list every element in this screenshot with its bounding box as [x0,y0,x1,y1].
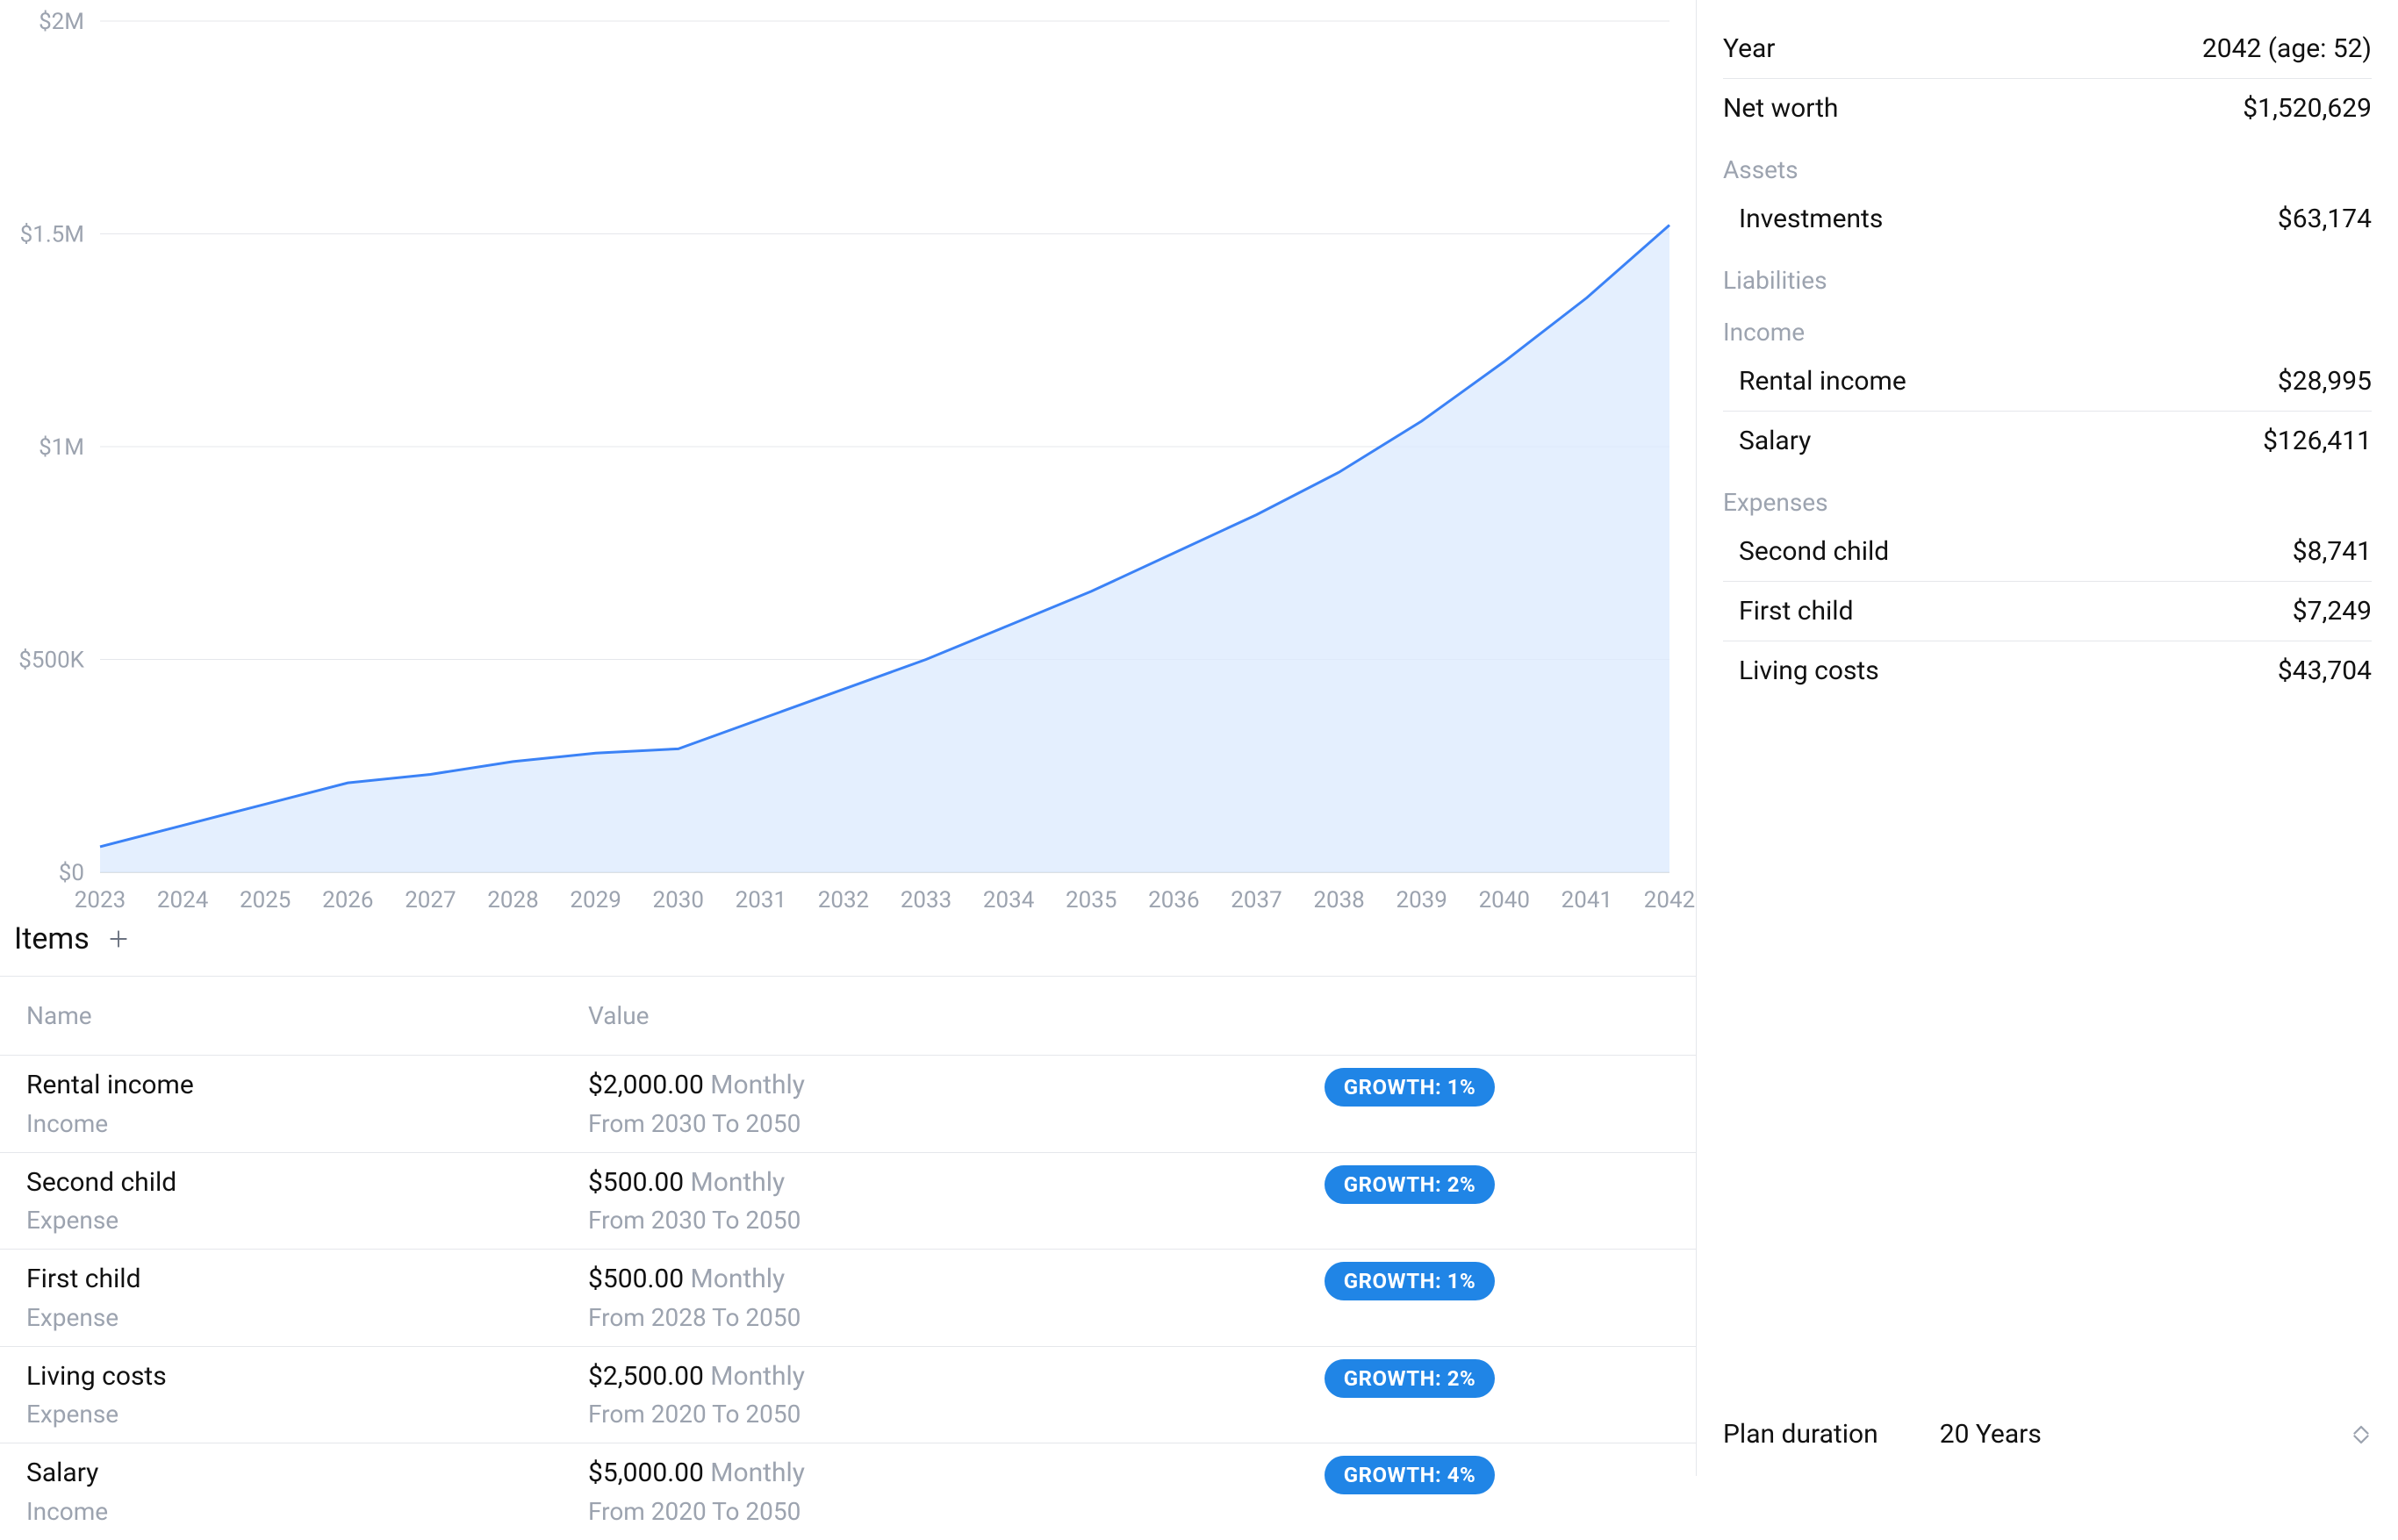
item-amount: $2,000.00 [588,1070,704,1100]
svg-text:$0: $0 [59,860,84,886]
svg-text:2030: 2030 [653,887,704,913]
svg-text:2028: 2028 [487,887,538,913]
summary-row-value: $43,704 [2278,655,2372,686]
item-amount: $5,000.00 [588,1458,704,1488]
items-header-name: Name [26,1001,588,1030]
summary-section-income: Income [1697,300,2398,352]
item-name: Second child [26,1165,588,1201]
summary-row-value: $63,174 [2278,204,2372,234]
svg-text:2029: 2029 [570,887,621,913]
item-name: Rental income [26,1068,588,1104]
item-row[interactable]: First child Expense $500.00 Monthly From… [0,1249,1696,1346]
summary-section-expenses: Expenses [1697,470,2398,522]
item-range: From 2020 To 2050 [588,1497,1150,1526]
item-range: From 2030 To 2050 [588,1109,1150,1138]
summary-row-value: $7,249 [2293,596,2372,627]
svg-text:2023: 2023 [75,887,126,913]
item-category: Expense [26,1303,588,1332]
svg-text:2041: 2041 [1562,887,1612,913]
growth-badge: GROWTH: 1% [1325,1262,1496,1300]
svg-text:2040: 2040 [1479,887,1530,913]
summary-row: Rental income $28,995 [1697,352,2398,411]
item-frequency: Monthly [691,1264,786,1294]
svg-text:2039: 2039 [1396,887,1447,913]
summary-year-label: Year [1723,33,1775,64]
growth-badge: GROWTH: 4% [1325,1456,1496,1494]
summary-networth-label: Net worth [1723,93,1838,124]
plan-duration-label: Plan duration [1723,1419,1878,1450]
item-row[interactable]: Second child Expense $500.00 Monthly Fro… [0,1152,1696,1250]
item-frequency: Monthly [710,1361,805,1392]
items-title: Items [14,921,90,956]
svg-text:2034: 2034 [983,887,1035,913]
item-category: Income [26,1109,588,1138]
plan-duration-value: 20 Years [1940,1419,2042,1450]
summary-row: Salary $126,411 [1697,412,2398,470]
svg-text:2037: 2037 [1231,887,1282,913]
item-row[interactable]: Living costs Expense $2,500.00 Monthly F… [0,1346,1696,1443]
svg-text:2024: 2024 [157,887,209,913]
item-row[interactable]: Rental income Income $2,000.00 Monthly F… [0,1055,1696,1152]
add-item-icon[interactable] [105,926,132,952]
item-frequency: Monthly [691,1167,786,1198]
summary-row: Investments $63,174 [1697,190,2398,248]
item-category: Expense [26,1206,588,1235]
chevron-up-down-icon [2351,1422,2372,1448]
summary-section-assets: Assets [1697,138,2398,190]
item-amount: $2,500.00 [588,1361,704,1392]
svg-text:2031: 2031 [736,887,786,913]
item-range: From 2028 To 2050 [588,1303,1150,1332]
item-frequency: Monthly [710,1458,805,1488]
svg-text:$1.5M: $1.5M [20,222,84,248]
summary-year-value: 2042 (age: 52) [2202,33,2372,64]
item-frequency: Monthly [710,1070,805,1100]
summary-row-label: Second child [1739,536,1889,567]
item-name: First child [26,1262,588,1298]
svg-text:2025: 2025 [240,887,291,913]
summary-row: Living costs $43,704 [1697,641,2398,700]
items-header-value: Value [588,1001,1150,1030]
svg-text:2033: 2033 [901,887,951,913]
networth-chart[interactable]: $0 $500K $1M $1.5M $2M 2023 2024 2025 2026 2027 20… [0,0,1696,913]
summary-row-label: Salary [1739,426,1811,456]
item-amount: $500.00 [588,1264,684,1294]
summary-row-value: $28,995 [2278,366,2372,397]
summary-row-value: $126,411 [2263,426,2372,456]
growth-badge: GROWTH: 2% [1325,1165,1496,1204]
summary-networth-value: $1,520,629 [2243,93,2372,124]
svg-text:2026: 2026 [322,887,373,913]
item-name: Salary [26,1456,588,1492]
item-category: Expense [26,1400,588,1429]
svg-text:2042: 2042 [1644,887,1695,913]
items-table: Name Value Rental income Income $2,000.0… [0,976,1696,1540]
item-row[interactable]: Salary Income $5,000.00 Monthly From 202… [0,1443,1696,1540]
svg-text:$1M: $1M [39,434,84,461]
plan-duration-select[interactable]: 20 Years [1940,1419,2372,1450]
summary-row-value: $8,741 [2293,536,2372,567]
svg-text:2027: 2027 [405,887,456,913]
summary-panel: Year 2042 (age: 52) Net worth $1,520,629… [1696,0,2398,1476]
summary-row-label: Living costs [1739,655,1879,686]
summary-row: Second child $8,741 [1697,522,2398,581]
svg-text:2038: 2038 [1313,887,1364,913]
summary-row-label: Rental income [1739,366,1906,397]
item-name: Living costs [26,1359,588,1395]
summary-section-liabilities: Liabilities [1697,248,2398,300]
summary-row-label: Investments [1739,204,1883,234]
item-category: Income [26,1497,588,1526]
svg-text:2036: 2036 [1148,887,1199,913]
item-range: From 2020 To 2050 [588,1400,1150,1429]
svg-text:$2M: $2M [39,9,84,35]
summary-row-label: First child [1739,596,1854,627]
svg-text:2035: 2035 [1066,887,1116,913]
item-range: From 2030 To 2050 [588,1206,1150,1235]
growth-badge: GROWTH: 2% [1325,1359,1496,1398]
growth-badge: GROWTH: 1% [1325,1068,1496,1107]
summary-row: First child $7,249 [1697,582,2398,641]
svg-text:$500K: $500K [18,648,84,674]
svg-text:2032: 2032 [818,887,869,913]
item-amount: $500.00 [588,1167,684,1198]
